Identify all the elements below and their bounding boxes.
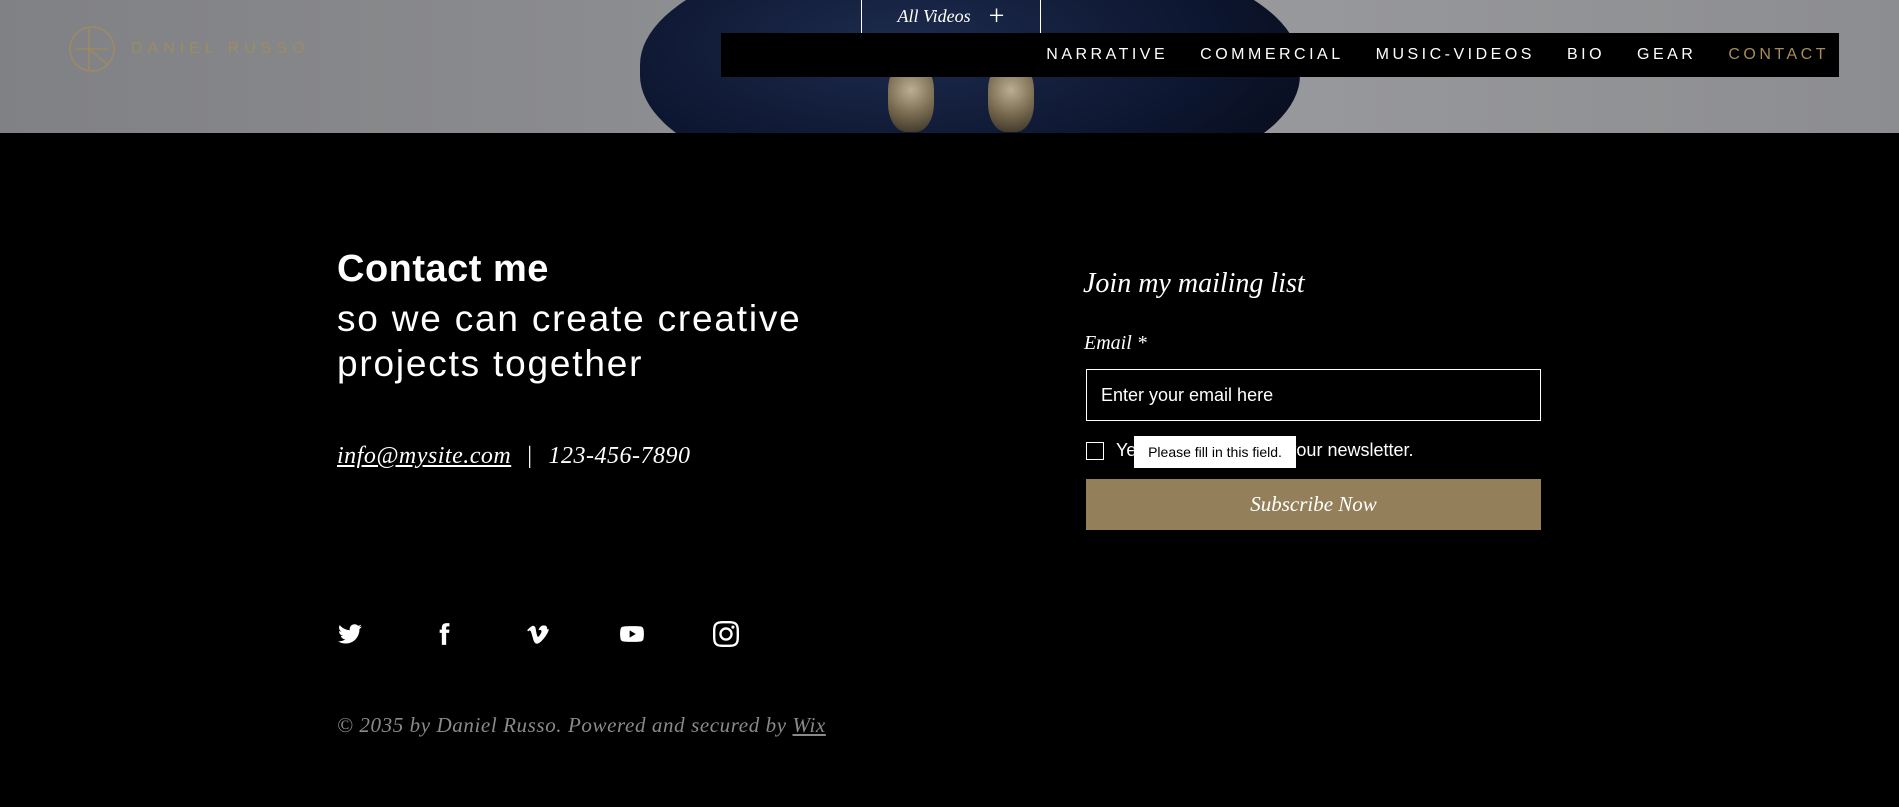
twitter-link[interactable] [337, 618, 431, 650]
email-label: Email * [1084, 332, 1147, 354]
plus-icon: + [988, 0, 1005, 32]
phone-number: 123-456-7890 [548, 443, 691, 469]
social-bar [337, 618, 807, 650]
instagram-link[interactable] [713, 618, 807, 650]
youtube-icon [620, 626, 644, 642]
contact-subtitle: so we can create creative projects toget… [337, 298, 802, 384]
logo-icon [69, 26, 115, 72]
newsletter-checkbox[interactable] [1086, 441, 1104, 460]
mailing-list-title: Join my mailing list [1083, 268, 1305, 299]
contact-title: Contact me [337, 248, 549, 290]
twitter-icon [338, 624, 362, 644]
nav-item-gear[interactable]: GEAR [1637, 46, 1696, 64]
facebook-link[interactable] [431, 618, 525, 650]
nav-item-contact[interactable]: CONTACT [1728, 46, 1829, 64]
contact-separator: | [527, 443, 533, 469]
copyright: © 2035 by Daniel Russo. Powered and secu… [337, 713, 826, 738]
facebook-icon [439, 623, 450, 645]
nav-item-narrative[interactable]: NARRATIVE [1046, 46, 1168, 64]
email-link[interactable]: info@mysite.com [337, 443, 511, 470]
vimeo-icon [527, 625, 549, 644]
site-logo[interactable]: DANIEL RUSSO [67, 24, 310, 74]
nav-item-bio[interactable]: BIO [1567, 46, 1605, 64]
contact-info: info@mysite.com | 123-456-7890 [337, 443, 691, 470]
email-input[interactable] [1086, 369, 1541, 421]
youtube-link[interactable] [619, 618, 713, 650]
all-videos-label: All Videos [897, 6, 971, 26]
main-nav: NARRATIVE COMMERCIAL MUSIC-VIDEOS BIO GE… [721, 33, 1839, 77]
instagram-icon [713, 621, 739, 647]
nav-item-commercial[interactable]: COMMERCIAL [1200, 46, 1343, 64]
subscribe-button[interactable]: Subscribe Now [1086, 479, 1541, 530]
validation-tooltip: Please fill in this field. [1134, 436, 1296, 468]
all-videos-button[interactable]: All Videos + [861, 0, 1041, 34]
nav-item-music-videos[interactable]: MUSIC-VIDEOS [1376, 46, 1535, 64]
vimeo-link[interactable] [525, 618, 619, 650]
logo-text: DANIEL RUSSO [131, 40, 310, 57]
wix-link[interactable]: Wix [793, 713, 826, 737]
copyright-text: © 2035 by Daniel Russo. Powered and secu… [337, 713, 787, 737]
